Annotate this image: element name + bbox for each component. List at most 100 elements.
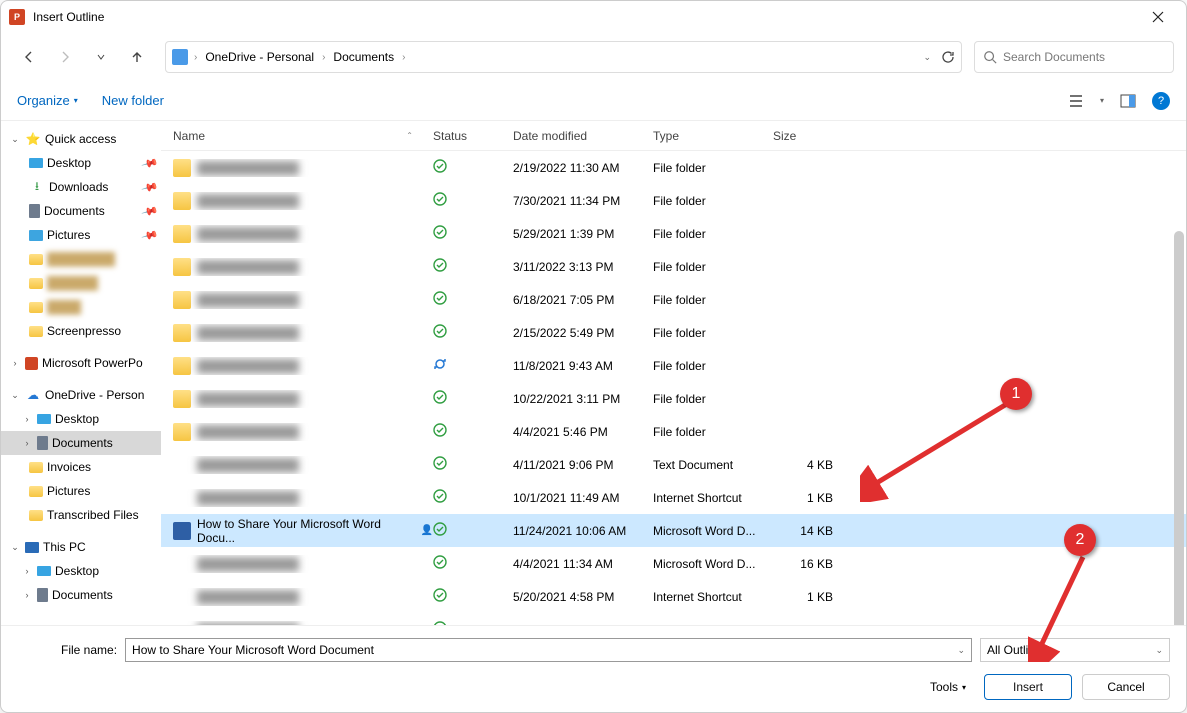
status-icon: [433, 588, 513, 605]
file-row[interactable]: ████████████10/22/2021 3:11 PMFile folde…: [161, 382, 1186, 415]
sidebar-onedrive[interactable]: ⌄☁OneDrive - Person: [1, 383, 161, 407]
file-icon: [173, 621, 191, 626]
type-cell: File folder: [653, 293, 773, 307]
toolbar: Organize▾ New folder ▾ ?: [1, 81, 1186, 121]
view-dropdown-icon[interactable]: ▾: [1100, 96, 1104, 105]
sidebar-od-invoices[interactable]: Invoices: [1, 455, 161, 479]
breadcrumb-dropdown-icon[interactable]: ⌄: [923, 52, 931, 63]
sidebar-documents[interactable]: Documents📌: [1, 199, 161, 223]
nav-bar: › OneDrive - Personal › Documents › ⌄ Se…: [1, 33, 1186, 81]
new-folder-button[interactable]: New folder: [102, 93, 164, 108]
search-placeholder: Search Documents: [1003, 50, 1105, 64]
date-cell: 4/4/2021 11:34 AM: [513, 557, 653, 571]
file-row[interactable]: How to Share Your Microsoft Word Docu...…: [161, 514, 1186, 547]
sidebar-pc-desktop[interactable]: ›Desktop: [1, 559, 161, 583]
sidebar-this-pc[interactable]: ⌄This PC: [1, 535, 161, 559]
file-row[interactable]: ████████████4/11/2021 9:06 PMText Docume…: [161, 448, 1186, 481]
status-icon: [433, 390, 513, 407]
file-open-dialog: P Insert Outline › OneDrive - Personal ›…: [0, 0, 1187, 713]
sidebar-od-documents[interactable]: ›Documents: [1, 431, 161, 455]
crumb-documents[interactable]: Documents: [329, 50, 398, 64]
file-icon: [173, 588, 191, 606]
type-cell: Microsoft Word D...: [653, 557, 773, 571]
organize-button[interactable]: Organize▾: [17, 93, 78, 108]
help-icon[interactable]: ?: [1152, 92, 1170, 110]
type-cell: File folder: [653, 425, 773, 439]
sidebar-blurred-2[interactable]: ██████: [1, 271, 161, 295]
sidebar-powerpoint[interactable]: ›Microsoft PowerPo: [1, 351, 161, 375]
close-button[interactable]: [1138, 3, 1178, 31]
file-row[interactable]: ████████████4/4/2021 5:46 PMFile folder: [161, 415, 1186, 448]
sidebar-blurred-3[interactable]: ████: [1, 295, 161, 319]
desktop-icon: [37, 566, 51, 576]
column-date[interactable]: Date modified: [513, 129, 653, 143]
breadcrumb[interactable]: › OneDrive - Personal › Documents › ⌄: [165, 41, 962, 73]
status-icon: [433, 555, 513, 572]
file-row[interactable]: ████████████7/30/2021 11:34 PMFile folde…: [161, 184, 1186, 217]
crumb-onedrive[interactable]: OneDrive - Personal: [201, 50, 318, 64]
chevron-down-icon[interactable]: ⌄: [957, 645, 965, 656]
folder-icon: [173, 324, 191, 342]
search-input[interactable]: Search Documents: [974, 41, 1174, 73]
file-row[interactable]: ████████████10/1/2021 11:49 AMInternet S…: [161, 481, 1186, 514]
refresh-icon[interactable]: [941, 50, 955, 64]
folder-icon: [173, 390, 191, 408]
sidebar-desktop[interactable]: Desktop📌: [1, 151, 161, 175]
sidebar-quick-access[interactable]: ⌄⭐Quick access: [1, 127, 161, 151]
sidebar-pc-documents[interactable]: ›Documents: [1, 583, 161, 607]
file-row[interactable]: ████████████2/15/2022 5:49 PMFile folder: [161, 316, 1186, 349]
history-dropdown[interactable]: [85, 41, 117, 73]
sidebar-od-desktop[interactable]: ›Desktop: [1, 407, 161, 431]
size-cell: 14 KB: [773, 524, 853, 538]
chevron-down-icon[interactable]: ⌄: [1155, 645, 1163, 656]
file-icon: [173, 489, 191, 507]
sidebar-blurred-1[interactable]: ████████: [1, 247, 161, 271]
scrollbar[interactable]: [1174, 231, 1186, 625]
back-button[interactable]: [13, 41, 45, 73]
preview-pane-icon[interactable]: [1120, 93, 1136, 109]
file-row[interactable]: ████████████11/8/2021 9:43 AMFile folder: [161, 349, 1186, 382]
pin-icon: 📌: [141, 226, 159, 244]
titlebar: P Insert Outline: [1, 1, 1186, 33]
column-size[interactable]: Size: [773, 129, 853, 143]
date-cell: 5/29/2021 1:39 PM: [513, 227, 653, 241]
annotation-badge-1: 1: [1000, 378, 1032, 410]
sidebar-downloads[interactable]: ⭳Downloads📌: [1, 175, 161, 199]
type-cell: Microsoft Word D...: [653, 623, 773, 626]
up-button[interactable]: [121, 41, 153, 73]
sidebar-od-pictures[interactable]: Pictures: [1, 479, 161, 503]
sidebar-pictures[interactable]: Pictures📌: [1, 223, 161, 247]
status-icon: [433, 621, 513, 625]
file-row[interactable]: ████████████3/11/2022 3:13 PMFile folder: [161, 250, 1186, 283]
size-cell: 1 KB: [773, 590, 853, 604]
file-row[interactable]: ████████████2/19/2022 11:30 AMFile folde…: [161, 151, 1186, 184]
filename-input[interactable]: How to Share Your Microsoft Word Documen…: [125, 638, 972, 662]
column-headers: Name⌃ Status Date modified Type Size: [161, 121, 1186, 151]
type-cell: Internet Shortcut: [653, 491, 773, 505]
tools-dropdown[interactable]: Tools▾: [930, 680, 966, 694]
sidebar-screenpresso[interactable]: Screenpresso: [1, 319, 161, 343]
date-cell: 6/18/2021 7:05 PM: [513, 293, 653, 307]
status-icon: [433, 225, 513, 242]
size-cell: 20 KB: [773, 623, 853, 626]
folder-icon: [173, 423, 191, 441]
status-icon: [433, 324, 513, 341]
sidebar-od-transcribed[interactable]: Transcribed Files: [1, 503, 161, 527]
file-row[interactable]: ████████████5/29/2021 1:39 PMFile folder: [161, 217, 1186, 250]
forward-button[interactable]: [49, 41, 81, 73]
column-type[interactable]: Type: [653, 129, 773, 143]
filename-label: File name:: [61, 643, 117, 657]
pc-icon: [25, 542, 39, 553]
folder-icon: [173, 159, 191, 177]
file-row[interactable]: ████████████6/18/2021 7:05 PMFile folder: [161, 283, 1186, 316]
download-icon: ⭳: [29, 179, 45, 195]
size-cell: 4 KB: [773, 458, 853, 472]
insert-button[interactable]: Insert: [984, 674, 1072, 700]
date-cell: 10/5/2021 4:42 PM: [513, 623, 653, 626]
column-name[interactable]: Name⌃: [173, 129, 433, 143]
column-status[interactable]: Status: [433, 129, 513, 143]
date-cell: 10/22/2021 3:11 PM: [513, 392, 653, 406]
status-icon: [433, 192, 513, 209]
cancel-button[interactable]: Cancel: [1082, 674, 1170, 700]
view-list-icon[interactable]: [1068, 93, 1084, 109]
